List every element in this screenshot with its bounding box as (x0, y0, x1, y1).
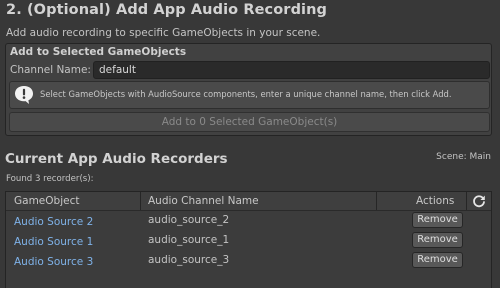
column-divider (376, 192, 377, 210)
recorder-gameobject-link[interactable]: Audio Source 2 (14, 216, 93, 228)
speech-bubble-exclamation-icon (15, 86, 33, 104)
recorder-channel-name: audio_source_2 (148, 214, 230, 226)
section-description: Add audio recording to specific GameObje… (6, 27, 321, 39)
remove-button[interactable]: Remove (412, 252, 463, 268)
channel-name-input[interactable] (93, 61, 490, 79)
column-header-actions[interactable]: Actions (416, 195, 454, 207)
help-text: Select GameObjects with AudioSource comp… (40, 89, 452, 99)
add-to-selected-button[interactable]: Add to 0 Selected GameObject(s) (9, 112, 490, 132)
recorder-gameobject-link[interactable]: Audio Source 1 (14, 236, 93, 248)
column-divider (466, 192, 467, 210)
remove-button[interactable]: Remove (412, 232, 463, 248)
recorder-gameobject-link[interactable]: Audio Source 3 (14, 256, 93, 268)
section-title: 2. (Optional) Add App Audio Recording (6, 2, 328, 18)
refresh-icon[interactable] (472, 194, 486, 208)
add-panel-title: Add to Selected GameObjects (10, 46, 187, 58)
recorder-channel-name: audio_source_3 (148, 254, 230, 266)
column-header-channel[interactable]: Audio Channel Name (148, 195, 259, 207)
channel-name-label: Channel Name: (10, 64, 91, 76)
recorder-channel-name: audio_source_1 (148, 234, 230, 246)
remove-button[interactable]: Remove (412, 212, 463, 228)
recorders-title: Current App Audio Recorders (5, 151, 228, 167)
recorder-count-label: Found 3 recorder(s): (6, 174, 94, 184)
column-header-gameobject[interactable]: GameObject (14, 195, 79, 207)
scene-label: Scene: Main (436, 152, 491, 162)
column-divider (140, 192, 141, 210)
